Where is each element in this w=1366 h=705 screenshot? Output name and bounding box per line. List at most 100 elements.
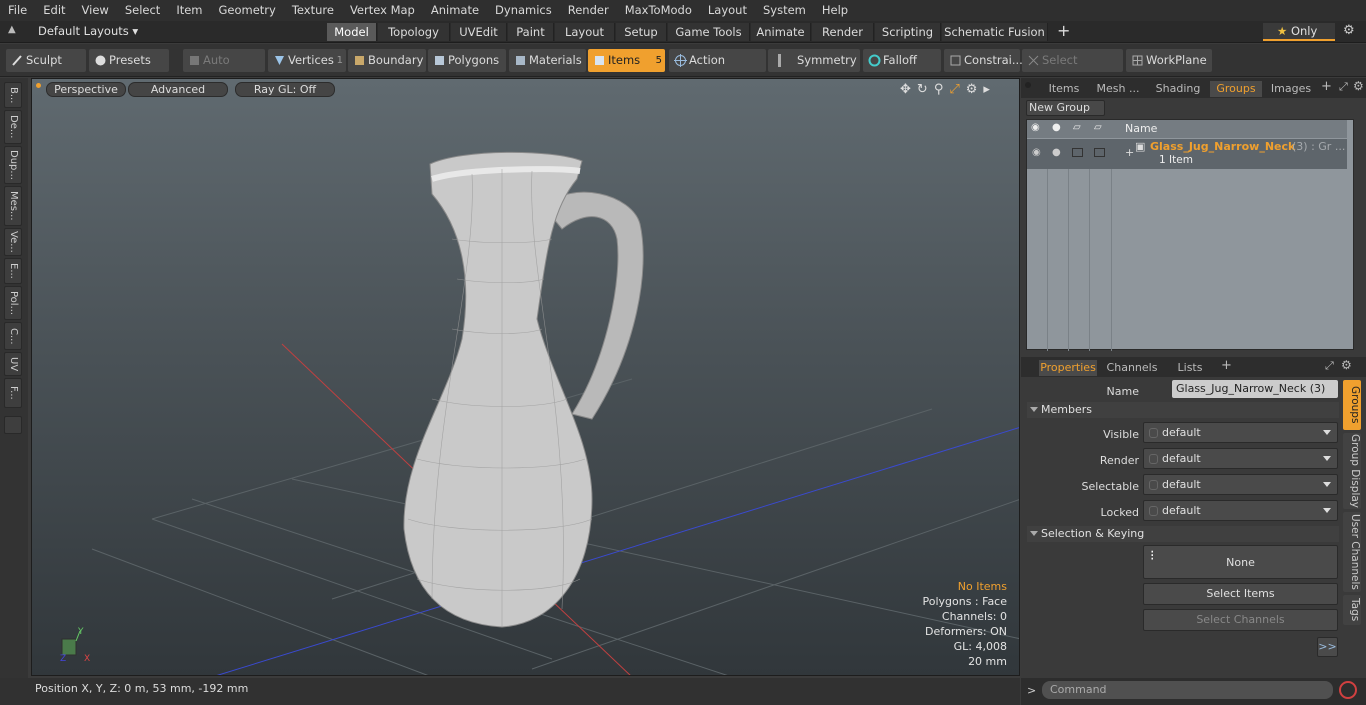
- tab-render[interactable]: Render: [812, 23, 874, 41]
- tab-channels[interactable]: Channels: [1104, 360, 1160, 376]
- auto-select-button[interactable]: Auto Select: [183, 49, 265, 90]
- items-button[interactable]: Items 5: [588, 49, 665, 72]
- menu-maxtomodo[interactable]: MaxToModo: [617, 0, 700, 21]
- props-gear-icon[interactable]: ⚙: [1341, 358, 1352, 372]
- menu-dynamics[interactable]: Dynamics: [487, 0, 560, 21]
- sculpt-button[interactable]: Sculpt: [6, 49, 86, 72]
- locked-dropdown[interactable]: default: [1143, 500, 1338, 521]
- new-group-button[interactable]: New Group: [1026, 100, 1105, 116]
- tab-groups[interactable]: Groups: [1210, 81, 1262, 97]
- selectable-dropdown[interactable]: default: [1143, 474, 1338, 495]
- command-input[interactable]: Command: [1042, 681, 1333, 699]
- members-section[interactable]: Members: [1027, 402, 1339, 418]
- tab-animate[interactable]: Animate: [751, 23, 811, 41]
- tab-layout[interactable]: Layout: [555, 23, 615, 41]
- selection-keying-section[interactable]: Selection & Keying: [1027, 526, 1339, 542]
- side-tab-tags[interactable]: Tags: [1343, 595, 1361, 625]
- tab-setup[interactable]: Setup: [616, 23, 667, 41]
- gear-icon[interactable]: ⚙: [1343, 23, 1355, 38]
- left-tab-uv[interactable]: UV: [4, 352, 22, 376]
- name-field[interactable]: Glass_Jug_Narrow_Neck (3): [1172, 380, 1338, 398]
- menu-vertex-map[interactable]: Vertex Map: [342, 0, 423, 21]
- props-expand-icon[interactable]: ⤢: [1325, 359, 1334, 373]
- visible-dropdown[interactable]: default: [1143, 422, 1338, 443]
- constraints-button[interactable]: Constrai...: [944, 49, 1023, 72]
- select-through-button[interactable]: Select Through: [1022, 49, 1123, 90]
- menu-texture[interactable]: Texture: [284, 0, 342, 21]
- left-tab-edge[interactable]: E...: [4, 258, 22, 284]
- menu-help[interactable]: Help: [814, 0, 856, 21]
- group-select-checkbox[interactable]: [1094, 148, 1105, 157]
- expand-plus-icon[interactable]: +: [1125, 146, 1134, 159]
- action-center-button[interactable]: Action Center: [669, 49, 766, 90]
- side-tab-group-display[interactable]: Group Display: [1343, 433, 1361, 509]
- menu-item[interactable]: Item: [168, 0, 210, 21]
- left-tab-extra[interactable]: [4, 416, 22, 434]
- tab-scripting[interactable]: Scripting: [875, 23, 941, 41]
- more-button[interactable]: >>: [1317, 637, 1338, 657]
- group-lock-checkbox[interactable]: [1072, 148, 1083, 157]
- left-tab-fusion[interactable]: F...: [4, 378, 22, 408]
- menu-render[interactable]: Render: [560, 0, 617, 21]
- tab-paint[interactable]: Paint: [508, 23, 554, 41]
- menu-system[interactable]: System: [755, 0, 814, 21]
- menu-file[interactable]: File: [0, 0, 35, 21]
- tab-schematic-fusion[interactable]: Schematic Fusion: [942, 23, 1048, 41]
- falloff-button[interactable]: Falloff: [863, 49, 941, 72]
- add-panel-tab-icon[interactable]: +: [1321, 79, 1332, 94]
- render-dropdown[interactable]: default: [1143, 448, 1338, 469]
- tab-lists[interactable]: Lists: [1166, 360, 1214, 376]
- polygons-button[interactable]: Polygons: [428, 49, 506, 72]
- menu-select[interactable]: Select: [117, 0, 168, 21]
- locked-label: Locked: [1100, 506, 1139, 519]
- side-tab-user-channels[interactable]: User Channels: [1343, 512, 1361, 592]
- panel-gear-icon[interactable]: ⚙: [1353, 79, 1364, 93]
- select-items-button[interactable]: Select Items: [1143, 583, 1338, 605]
- left-tab-curve[interactable]: C...: [4, 322, 22, 350]
- menu-view[interactable]: View: [74, 0, 117, 21]
- only-toggle[interactable]: ★ Only: [1263, 23, 1335, 41]
- layout-tabs-bar: ▲ Default Layouts ▾ Model Topology UVEdi…: [0, 21, 1366, 43]
- side-tab-groups[interactable]: Groups: [1343, 380, 1361, 430]
- add-props-tab-icon[interactable]: +: [1221, 358, 1232, 373]
- vertices-button[interactable]: Vertices 1: [268, 49, 346, 72]
- menu-layout[interactable]: Layout: [700, 0, 755, 21]
- group-row[interactable]: ◉ ● + ▣ Glass_Jug_Narrow_Neck (3) : Gr .…: [1027, 139, 1347, 169]
- symmetry-button[interactable]: Symmetry: [768, 49, 860, 72]
- tab-topology[interactable]: Topology: [378, 23, 450, 41]
- collapse-arrow-icon[interactable]: ▲: [8, 24, 16, 35]
- tab-mesh[interactable]: Mesh ...: [1091, 81, 1145, 97]
- expand-icon[interactable]: ⤢: [1339, 80, 1348, 94]
- left-tab-basic[interactable]: B...: [4, 82, 22, 108]
- tab-properties[interactable]: Properties: [1039, 360, 1097, 376]
- left-tab-vertex[interactable]: Ve...: [4, 228, 22, 256]
- tab-shading[interactable]: Shading: [1149, 81, 1207, 97]
- none-button[interactable]: ⁝ None: [1143, 545, 1338, 579]
- left-tab-mesh[interactable]: Mes...: [4, 186, 22, 226]
- workplane-button[interactable]: WorkPlane: [1126, 49, 1212, 72]
- left-tab-polygon[interactable]: Pol...: [4, 286, 22, 320]
- boundary-button[interactable]: Boundary: [348, 49, 426, 72]
- add-tab-icon[interactable]: +: [1057, 21, 1070, 40]
- tab-images[interactable]: Images: [1265, 81, 1317, 97]
- layout-selector-label: Default Layouts: [38, 24, 129, 38]
- group-name: Glass_Jug_Narrow_Neck: [1150, 140, 1296, 153]
- menu-geometry[interactable]: Geometry: [211, 0, 284, 21]
- group-render-icon[interactable]: ●: [1052, 147, 1061, 158]
- select-channels-button[interactable]: Select Channels: [1143, 609, 1338, 631]
- 3d-viewport[interactable]: Perspective Advanced Ray GL: Off ✥ ↻ ⚲ ⤢…: [31, 78, 1020, 676]
- menu-edit[interactable]: Edit: [35, 0, 73, 21]
- menu-animate[interactable]: Animate: [423, 0, 487, 21]
- group-visible-icon[interactable]: ◉: [1032, 147, 1041, 158]
- items-label: Items: [608, 53, 641, 67]
- layout-selector[interactable]: Default Layouts ▾: [38, 24, 138, 38]
- presets-button[interactable]: Presets: [89, 49, 169, 72]
- materials-button[interactable]: Materials: [509, 49, 586, 72]
- tab-game-tools[interactable]: Game Tools: [668, 23, 750, 41]
- tab-items[interactable]: Items: [1041, 81, 1087, 97]
- tab-uvedit[interactable]: UVEdit: [451, 23, 507, 41]
- left-tab-duplicate[interactable]: Dup...: [4, 146, 22, 184]
- tab-model[interactable]: Model: [327, 23, 377, 41]
- left-tab-deform[interactable]: De...: [4, 110, 22, 144]
- record-icon[interactable]: [1339, 681, 1357, 699]
